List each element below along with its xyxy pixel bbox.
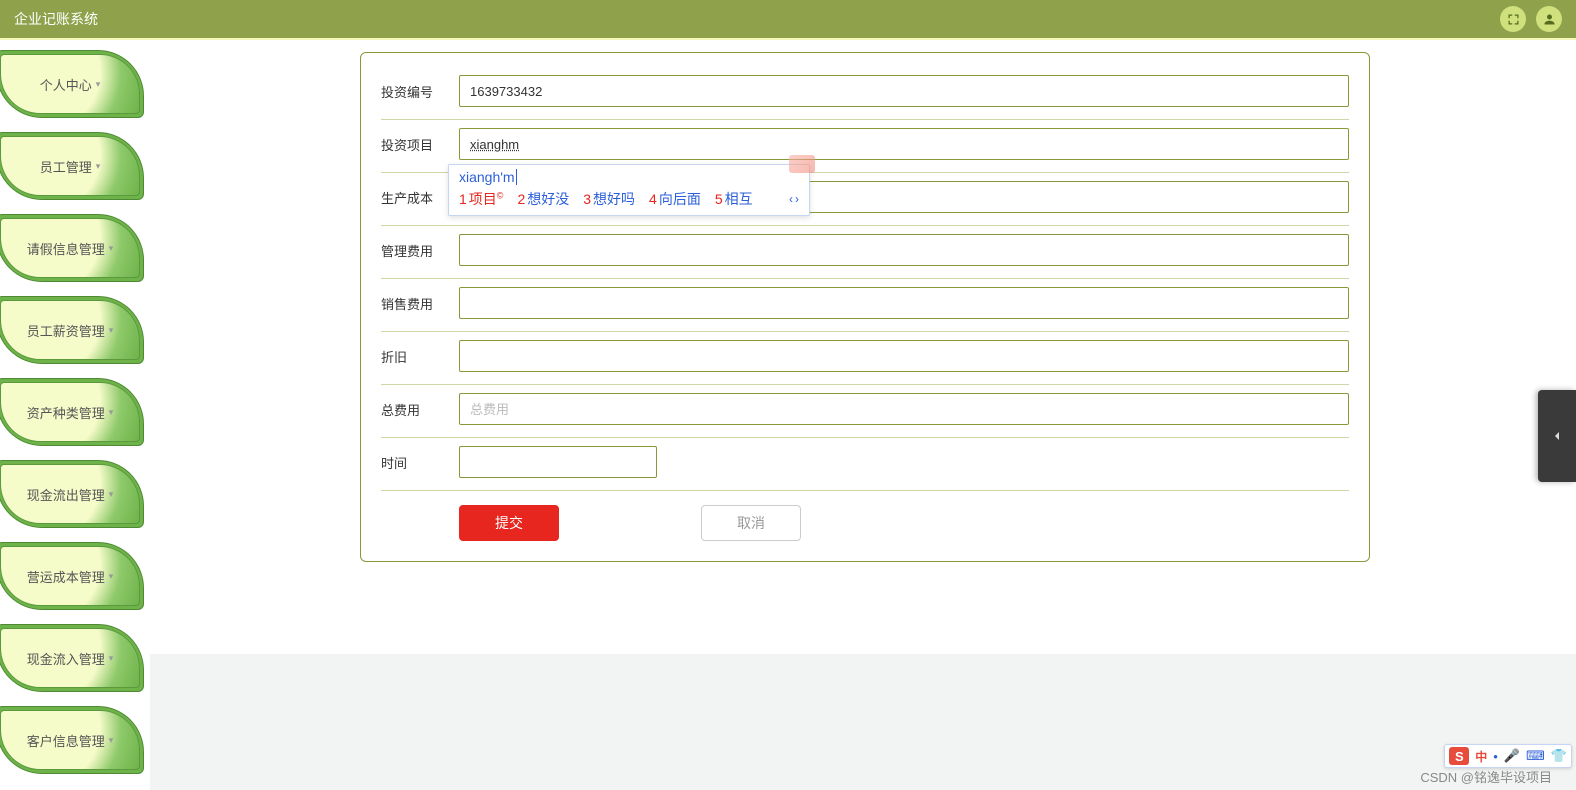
chevron-left-icon bbox=[1549, 428, 1565, 444]
sidebar-item-cashin[interactable]: 现金流入管理 ▾ bbox=[0, 628, 140, 688]
sidebar-item-label: 员工薪资管理 bbox=[27, 321, 105, 340]
cancel-button[interactable]: 取消 bbox=[701, 505, 801, 541]
input-time[interactable] bbox=[459, 446, 657, 478]
ime-cand-4[interactable]: 4向后面 bbox=[649, 189, 701, 209]
row-time: 时间 bbox=[381, 438, 1349, 491]
row-mgmt-fee: 管理费用 bbox=[381, 226, 1349, 279]
ime-toolbar[interactable]: S 中 • 🎤 ⌨ 👕 bbox=[1444, 744, 1572, 768]
sidebar-item-label: 现金流入管理 bbox=[27, 649, 105, 668]
input-depr[interactable] bbox=[459, 340, 1349, 372]
sidebar-item-label: 个人中心 bbox=[40, 75, 92, 94]
sidebar-item-leave[interactable]: 请假信息管理 ▾ bbox=[0, 218, 140, 278]
chevron-down-icon: ▾ bbox=[109, 571, 114, 582]
input-invest-proj[interactable] bbox=[459, 128, 1349, 160]
sidebar-item-opcost[interactable]: 营运成本管理 ▾ bbox=[0, 546, 140, 606]
ime-cand-2[interactable]: 2想好没 bbox=[517, 189, 569, 209]
sidebar-item-label: 现金流出管理 bbox=[27, 485, 105, 504]
sidebar-item-salary[interactable]: 员工薪资管理 ▾ bbox=[0, 300, 140, 360]
form-panel: 投资编号 投资项目 生产成本 管理费用 销售费用 折旧 bbox=[360, 52, 1370, 562]
label-sales-fee: 销售费用 bbox=[381, 294, 445, 313]
label-invest-no: 投资编号 bbox=[381, 82, 445, 101]
ime-mic-icon[interactable]: 🎤 bbox=[1504, 748, 1520, 764]
ime-page-arrows[interactable]: ‹› bbox=[789, 192, 799, 206]
label-mgmt-fee: 管理费用 bbox=[381, 241, 445, 260]
ime-brand-badge: S bbox=[1449, 747, 1469, 765]
label-time: 时间 bbox=[381, 453, 445, 472]
row-depr: 折旧 bbox=[381, 332, 1349, 385]
drawer-handle[interactable] bbox=[1538, 390, 1576, 482]
ime-lang-indicator[interactable]: 中 bbox=[1475, 748, 1487, 765]
sidebar-item-label: 营运成本管理 bbox=[27, 567, 105, 586]
background-band bbox=[150, 654, 1576, 790]
row-invest-no: 投资编号 bbox=[381, 67, 1349, 120]
user-icon bbox=[1542, 12, 1557, 27]
label-prod-cost: 生产成本 bbox=[381, 188, 445, 207]
ime-cand-1[interactable]: 1项目© bbox=[459, 189, 503, 209]
sidebar-item-personal[interactable]: 个人中心 ▾ bbox=[0, 54, 140, 114]
chevron-down-icon: ▾ bbox=[109, 735, 114, 746]
input-total-fee[interactable] bbox=[459, 393, 1349, 425]
form-actions: 提交 取消 bbox=[381, 491, 1349, 541]
sidebar-item-asset[interactable]: 资产种类管理 ▾ bbox=[0, 382, 140, 442]
label-depr: 折旧 bbox=[381, 347, 445, 366]
label-invest-proj: 投资项目 bbox=[381, 135, 445, 154]
ime-candidates: 1项目© 2想好没 3想好吗 4向后面 5相互 ‹› bbox=[449, 187, 809, 215]
input-mgmt-fee[interactable] bbox=[459, 234, 1349, 266]
ime-candidate-popup[interactable]: xiangh'm 1项目© 2想好没 3想好吗 4向后面 5相互 ‹› bbox=[448, 164, 810, 216]
sidebar-item-staff[interactable]: 员工管理 ▾ bbox=[0, 136, 140, 196]
input-sales-fee[interactable] bbox=[459, 287, 1349, 319]
chevron-down-icon: ▾ bbox=[109, 489, 114, 500]
chevron-down-icon: ▾ bbox=[109, 653, 114, 664]
fullscreen-icon bbox=[1506, 12, 1521, 27]
watermark: CSDN @铭逸毕设项目 bbox=[1420, 767, 1552, 786]
submit-button[interactable]: 提交 bbox=[459, 505, 559, 541]
chevron-down-icon: ▾ bbox=[96, 79, 101, 90]
ime-composition: xiangh'm bbox=[449, 165, 809, 187]
row-sales-fee: 销售费用 bbox=[381, 279, 1349, 332]
fullscreen-button[interactable] bbox=[1500, 6, 1526, 32]
input-invest-no[interactable] bbox=[459, 75, 1349, 107]
ime-tool-icon[interactable]: • bbox=[1493, 749, 1498, 764]
sidebar-item-label: 客户信息管理 bbox=[27, 731, 105, 750]
main-content: 投资编号 投资项目 生产成本 管理费用 销售费用 折旧 bbox=[360, 52, 1370, 562]
label-total-fee: 总费用 bbox=[381, 400, 445, 419]
sidebar-item-label: 请假信息管理 bbox=[27, 239, 105, 258]
chevron-down-icon: ▾ bbox=[109, 243, 114, 254]
sidebar-item-label: 员工管理 bbox=[40, 157, 92, 176]
user-button[interactable] bbox=[1536, 6, 1562, 32]
ime-keyboard-icon[interactable]: ⌨ bbox=[1526, 748, 1545, 764]
ime-cand-3[interactable]: 3想好吗 bbox=[583, 189, 635, 209]
topbar-actions bbox=[1500, 6, 1562, 32]
ime-cand-5[interactable]: 5相互 bbox=[715, 189, 753, 209]
ime-skin-icon[interactable]: 👕 bbox=[1551, 748, 1567, 764]
sidebar-item-label: 资产种类管理 bbox=[27, 403, 105, 422]
chevron-down-icon: ▾ bbox=[109, 325, 114, 336]
app-title: 企业记账系统 bbox=[14, 9, 98, 29]
top-bar: 企业记账系统 bbox=[0, 0, 1576, 40]
sidebar-item-cashout[interactable]: 现金流出管理 ▾ bbox=[0, 464, 140, 524]
sidebar: 个人中心 ▾ 员工管理 ▾ 请假信息管理 ▾ 员工薪资管理 ▾ 资产种类管理 ▾ 现金流出… bbox=[0, 40, 150, 790]
ime-brand-icon bbox=[789, 155, 815, 173]
chevron-down-icon: ▾ bbox=[96, 161, 101, 172]
chevron-down-icon: ▾ bbox=[109, 407, 114, 418]
sidebar-item-customer[interactable]: 客户信息管理 ▾ bbox=[0, 710, 140, 770]
row-total-fee: 总费用 bbox=[381, 385, 1349, 438]
